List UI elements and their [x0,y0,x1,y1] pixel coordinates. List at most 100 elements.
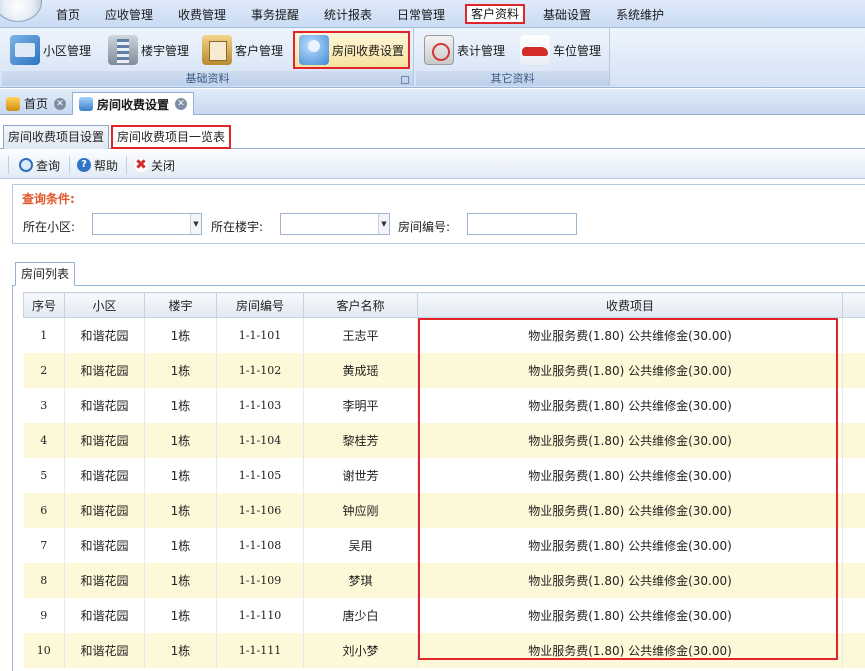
table-row[interactable]: 5 和谐花园 1栋 1-1-105 谢世芳 物业服务费(1.80) 公共维修金(… [23,457,865,493]
close-icon: ✖ [134,157,148,173]
community-select[interactable]: ▼ [92,213,202,235]
menu-customer-data[interactable]: 客户资料 [465,4,526,24]
table-row[interactable]: 3 和谐花园 1栋 1-1-103 李明平 物业服务费(1.80) 公共维修金(… [23,387,865,423]
cell-customer: 梦琪 [303,562,418,598]
cell-room: 1-1-101 [216,317,304,353]
cell-room: 1-1-103 [216,387,304,423]
table-row[interactable]: 2 和谐花园 1栋 1-1-102 黄成瑶 物业服务费(1.80) 公共维修金(… [23,352,865,388]
table-row[interactable]: 8 和谐花园 1栋 1-1-109 梦琪 物业服务费(1.80) 公共维修金(3… [23,562,865,598]
cell-fee-items: 物业服务费(1.80) 公共维修金(30.00) [417,457,843,493]
cell-community: 和谐花园 [64,457,145,493]
building-button[interactable]: 楼宇管理 [104,31,193,69]
cell-index: 5 [23,457,65,493]
cell-customer: 李明平 [303,387,418,423]
toolbar-separator [8,156,9,174]
ribbon: 小区管理 楼宇管理 客户管理 房间收费设置 基础资料 表计管理 车位管理 其它资… [0,28,865,88]
cell-room: 1-1-109 [216,562,304,598]
meter-icon [424,35,454,65]
cell-fee-items: 物业服务费(1.80) 公共维修金(30.00) [417,422,843,458]
building-label: 楼宇管理 [141,43,190,58]
close-icon[interactable]: ✕ [54,97,67,110]
table-row[interactable]: 6 和谐花园 1栋 1-1-106 钟应刚 物业服务费(1.80) 公共维修金(… [23,492,865,528]
document-tab-bar: 首页 ✕ 房间收费设置 ✕ [0,89,865,115]
community-button[interactable]: 小区管理 [6,31,95,69]
column-header-community[interactable]: 小区 [64,292,145,318]
column-header-room[interactable]: 房间编号 [216,292,304,318]
customer-button[interactable]: 客户管理 [198,31,287,69]
menu-daily[interactable]: 日常管理 [393,5,449,25]
toolbar: 查询 ? 帮助 ✖ 关闭 [0,150,865,179]
building-select[interactable]: ▼ [280,213,390,235]
cell-index: 6 [23,492,65,528]
cell-fee-items: 物业服务费(1.80) 公共维修金(30.00) [417,562,843,598]
column-header-index[interactable]: 序号 [23,292,65,318]
grid-tab-bar: 房间列表 [12,262,865,286]
menu-charges[interactable]: 收费管理 [174,5,230,25]
cell-room: 1-1-106 [216,492,304,528]
close-icon[interactable]: ✕ [175,98,188,110]
customer-label: 客户管理 [235,43,284,58]
chevron-down-icon[interactable]: ▼ [378,214,389,234]
table-row[interactable]: 4 和谐花园 1栋 1-1-104 黎桂芳 物业服务费(1.80) 公共维修金(… [23,422,865,458]
cell-fee-items: 物业服务费(1.80) 公共维修金(30.00) [417,387,843,423]
app-logo[interactable] [0,0,42,22]
column-header-building[interactable]: 楼宇 [144,292,217,318]
menu-reminders[interactable]: 事务提醒 [247,5,303,25]
cell-customer: 吴用 [303,527,418,563]
cell-community: 和谐花园 [64,352,145,388]
group-launcher-icon[interactable] [401,76,409,84]
subtab-fee-item-setting[interactable]: 房间收费项目设置 [3,125,110,149]
cell-index: 7 [23,527,65,563]
menu-home[interactable]: 首页 [52,5,84,25]
cell-room: 1-1-105 [216,457,304,493]
cell-room: 1-1-110 [216,597,304,633]
table-row[interactable]: 9 和谐花园 1栋 1-1-110 唐少白 物业服务费(1.80) 公共维修金(… [23,597,865,633]
cell-room: 1-1-102 [216,352,304,388]
cell-community: 和谐花园 [64,597,145,633]
cell-filler [842,317,865,353]
table-row[interactable]: 10 和谐花园 1栋 1-1-111 刘小梦 物业服务费(1.80) 公共维修金… [23,632,865,668]
menu-reports[interactable]: 统计报表 [320,5,376,25]
cell-room: 1-1-104 [216,422,304,458]
table-row[interactable]: 7 和谐花园 1栋 1-1-108 吴用 物业服务费(1.80) 公共维修金(3… [23,527,865,563]
cell-index: 8 [23,562,65,598]
room-fee-setting-button[interactable]: 房间收费设置 [293,31,411,69]
cell-building: 1栋 [144,527,217,563]
cell-community: 和谐花园 [64,492,145,528]
cell-customer: 黎桂芳 [303,422,418,458]
ribbon-group-other: 表计管理 车位管理 其它资料 [416,28,610,86]
query-button[interactable]: 查询 [19,155,60,175]
menu-system[interactable]: 系统维护 [612,5,668,25]
chevron-down-icon[interactable]: ▼ [190,214,201,234]
cell-customer: 钟应刚 [303,492,418,528]
menu-receivables[interactable]: 应收管理 [101,5,157,25]
cell-building: 1栋 [144,457,217,493]
close-button[interactable]: ✖ 关闭 [134,155,175,175]
cell-index: 10 [23,632,65,668]
tab-room-list[interactable]: 房间列表 [15,262,76,286]
cell-community: 和谐花园 [64,562,145,598]
cell-building: 1栋 [144,422,217,458]
cell-index: 4 [23,422,65,458]
cell-building: 1栋 [144,632,217,668]
help-icon: ? [77,158,91,172]
meter-button[interactable]: 表计管理 [420,31,509,69]
room-number-input[interactable] [467,213,577,235]
column-header-fee-items[interactable]: 收费项目 [417,292,843,318]
help-button[interactable]: ? 帮助 [77,155,118,175]
column-header-customer[interactable]: 客户名称 [303,292,418,318]
sub-tab-bar: 房间收费项目设置 房间收费项目一览表 [0,116,865,149]
cell-filler [842,492,865,528]
menu-basic-settings[interactable]: 基础设置 [539,5,595,25]
subtab-fee-item-list[interactable]: 房间收费项目一览表 [111,125,232,149]
cell-index: 2 [23,352,65,388]
cell-customer: 黄成瑶 [303,352,418,388]
parking-label: 车位管理 [553,43,602,58]
tab-home[interactable]: 首页 ✕ [0,92,72,115]
tab-room-fee-setting[interactable]: 房间收费设置 ✕ [72,92,195,115]
cell-community: 和谐花园 [64,387,145,423]
parking-button[interactable]: 车位管理 [516,31,605,69]
cell-index: 3 [23,387,65,423]
table-row[interactable]: 1 和谐花园 1栋 1-1-101 王志平 物业服务费(1.80) 公共维修金(… [23,317,865,353]
cell-index: 9 [23,597,65,633]
